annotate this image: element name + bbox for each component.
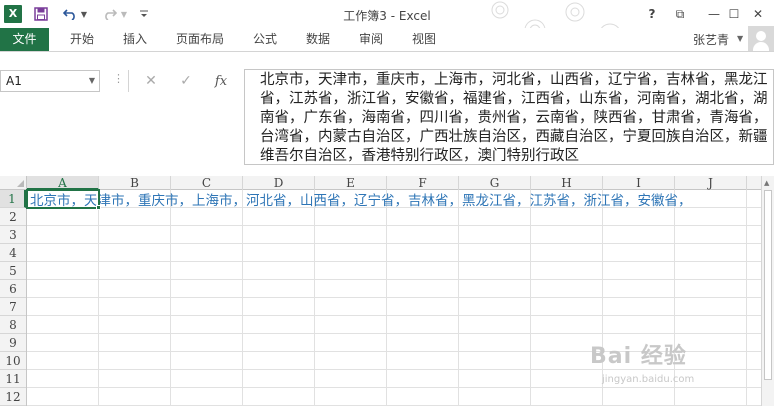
title-bar: X ▼ ▼ 工作簿3 - Excel ? ⧉ — ☐ ✕: [0, 0, 774, 52]
formula-bar-area: A1 ▼ ⋮ ✕ ✓ fx 北京市，天津市，重庆市，上海市，河北省，山西省，辽宁…: [0, 52, 774, 172]
column-header-c[interactable]: C: [171, 176, 243, 190]
user-name[interactable]: 张艺青: [693, 31, 729, 48]
tab-review[interactable]: 审阅: [349, 28, 393, 50]
row-header-2[interactable]: 2: [0, 208, 26, 226]
column-header-i[interactable]: I: [603, 176, 675, 190]
user-dropdown-icon[interactable]: ▼: [737, 34, 743, 43]
row-headers: 1 2 3 4 5 6 7 8 9 10 11 12: [0, 190, 27, 406]
column-header-a[interactable]: A: [27, 176, 99, 190]
enter-icon[interactable]: ✓: [176, 71, 196, 91]
column-header-h[interactable]: H: [531, 176, 603, 190]
cancel-icon[interactable]: ✕: [141, 71, 161, 91]
scroll-up-icon[interactable]: ▲: [764, 179, 769, 187]
close-button[interactable]: ✕: [747, 4, 769, 24]
formula-bar-resize-handle[interactable]: ⋮: [113, 72, 124, 85]
watermark-logo: Bai 经验: [590, 344, 687, 369]
cell-a1-content[interactable]: 北京市，天津市，重庆市，上海市，河北省，山西省，辽宁省，吉林省，黑龙江省，江苏省…: [30, 192, 758, 210]
column-header-e[interactable]: E: [315, 176, 387, 190]
help-button[interactable]: ?: [641, 4, 663, 24]
ribbon-display-options-button[interactable]: ⧉: [669, 4, 691, 24]
column-header-g[interactable]: G: [459, 176, 531, 190]
formula-bar-divider: [128, 70, 129, 92]
name-box-value: A1: [6, 74, 22, 88]
row-header-3[interactable]: 3: [0, 226, 26, 244]
tab-insert[interactable]: 插入: [113, 28, 157, 50]
tab-home[interactable]: 开始: [60, 28, 104, 50]
column-header-b[interactable]: B: [99, 176, 171, 190]
tab-file[interactable]: 文件: [0, 28, 49, 51]
name-box-dropdown-icon[interactable]: ▼: [89, 76, 95, 85]
column-header-j[interactable]: J: [675, 176, 747, 190]
row-header-9[interactable]: 9: [0, 334, 26, 352]
column-header-f[interactable]: F: [387, 176, 459, 190]
watermark: Bai 经验 jingyan.baidu.com: [590, 338, 770, 398]
row-header-4[interactable]: 4: [0, 244, 26, 262]
name-box[interactable]: A1 ▼: [0, 70, 100, 92]
row-header-5[interactable]: 5: [0, 262, 26, 280]
row-header-12[interactable]: 12: [0, 388, 26, 406]
row-header-11[interactable]: 11: [0, 370, 26, 388]
insert-function-icon[interactable]: fx: [211, 71, 231, 91]
maximize-button[interactable]: ☐: [723, 4, 745, 24]
watermark-url: jingyan.baidu.com: [602, 374, 695, 385]
row-header-10[interactable]: 10: [0, 352, 26, 370]
column-headers: A B C D E F G H I J: [27, 176, 761, 190]
row-header-8[interactable]: 8: [0, 316, 26, 334]
row-header-6[interactable]: 6: [0, 280, 26, 298]
active-cell-border: [26, 189, 100, 209]
row-header-1[interactable]: 1: [0, 190, 26, 208]
avatar[interactable]: [748, 26, 774, 52]
tab-data[interactable]: 数据: [296, 28, 340, 50]
formula-input[interactable]: 北京市，天津市，重庆市，上海市，河北省，山西省，辽宁省，吉林省，黑龙江省，江苏省…: [244, 69, 774, 165]
row-header-7[interactable]: 7: [0, 298, 26, 316]
ribbon-tabs: 文件 开始 插入 页面布局 公式 数据 审阅 视图 张艺青 ▼: [0, 28, 774, 52]
tab-page-layout[interactable]: 页面布局: [168, 28, 232, 50]
tab-formulas[interactable]: 公式: [243, 28, 287, 50]
fill-handle[interactable]: [96, 205, 101, 210]
minimize-button[interactable]: —: [703, 4, 725, 24]
select-all-button[interactable]: [0, 176, 27, 190]
tab-view[interactable]: 视图: [402, 28, 446, 50]
column-header-d[interactable]: D: [243, 176, 315, 190]
